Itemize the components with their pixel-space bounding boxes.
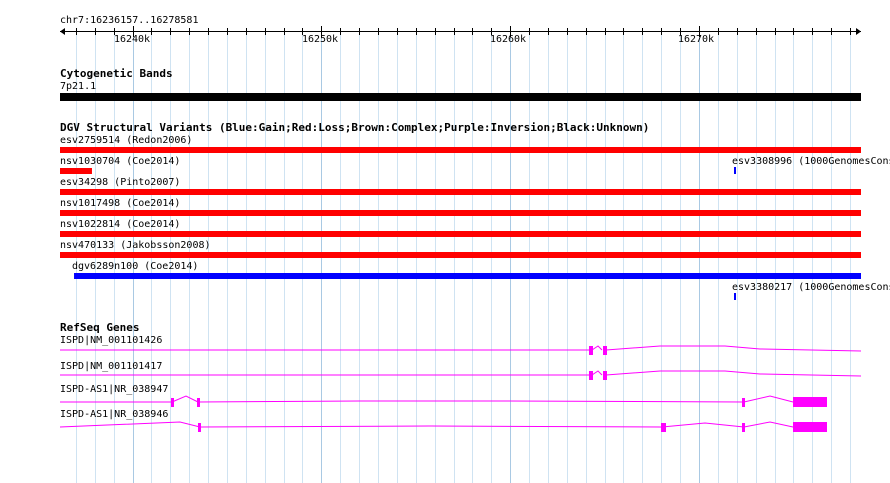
gene-intron-line [199,425,663,428]
cytoband-bar [60,93,861,101]
variant-bar [60,231,861,237]
gene-label[interactable]: ISPD|NM_001101417 [60,361,162,372]
gene-label[interactable]: ISPD-AS1|NR_038947 [60,384,168,395]
gene-intron-line [661,422,745,428]
gene-intron-line [171,395,199,403]
variant-bar [60,210,861,216]
exon-box [742,423,745,432]
variant-bar [60,168,92,174]
ruler-tick-label: 16250k [301,34,339,45]
exon-box [793,397,827,407]
gene-intron-line [605,345,862,352]
variant-label[interactable]: nsv1030704 (Coe2014) [60,156,180,167]
refseq-track-title: RefSeq Genes [60,321,140,334]
exon-box [603,371,607,380]
region-label: chr7:16236157..16278581 [60,15,199,26]
gene-intron-line [743,421,794,428]
variant-label[interactable]: esv34298 (Pinto2007) [60,177,180,188]
cytoband-label: 7p21.1 [60,81,97,92]
variant-bar [60,252,861,258]
variant-label[interactable]: nsv1017498 (Coe2014) [60,198,180,209]
variant-bar [734,167,736,174]
cytoband-track-title: Cytogenetic Bands [60,67,173,80]
variant-label[interactable]: nsv1022814 (Coe2014) [60,219,180,230]
gene-intron-line [591,370,603,376]
gene-intron-line [743,395,794,403]
variant-bar [60,189,861,195]
variant-label[interactable]: dgv6289n100 (Coe2014) [72,261,198,272]
exon-box [793,422,827,432]
exon-box [198,423,201,432]
exon-box [589,346,593,355]
ruler-arrow-right [856,28,861,35]
gene-label[interactable]: ISPD-AS1|NR_038946 [60,409,168,420]
exon-box [197,398,200,407]
dgv-track-title: DGV Structural Variants (Blue:Gain;Red:L… [60,121,650,134]
variant-label[interactable]: esv2759514 (Redon2006) [60,135,192,146]
gene-intron-line [591,345,603,351]
variant-label[interactable]: esv3308996 (1000GenomesConsortiumPilotPr… [732,156,890,167]
gene-label[interactable]: ISPD|NM_001101426 [60,335,162,346]
variant-bar [60,147,861,153]
gene-intron-line [197,400,745,403]
exon-box [661,423,666,432]
exon-box [603,346,607,355]
exon-box [742,398,745,407]
variant-label[interactable]: nsv470133 (Jakobsson2008) [60,240,211,251]
variant-label[interactable]: esv3380217 (1000GenomesConsortiumPilotPr… [732,282,890,293]
genome-browser-panel: chr7:16236157..16278581 16240k 16250k 16… [0,0,890,483]
gene-intron-line [59,421,201,428]
exon-box [589,371,593,380]
gene-intron-line [605,370,862,377]
ruler-tick-label: 16240k [113,34,151,45]
variant-bar [74,273,862,279]
ruler-arrow-left [60,28,65,35]
ruler-tick-label: 16270k [677,34,715,45]
exon-box [171,398,174,407]
ruler-tick-label: 16260k [489,34,527,45]
variant-bar [734,293,736,300]
